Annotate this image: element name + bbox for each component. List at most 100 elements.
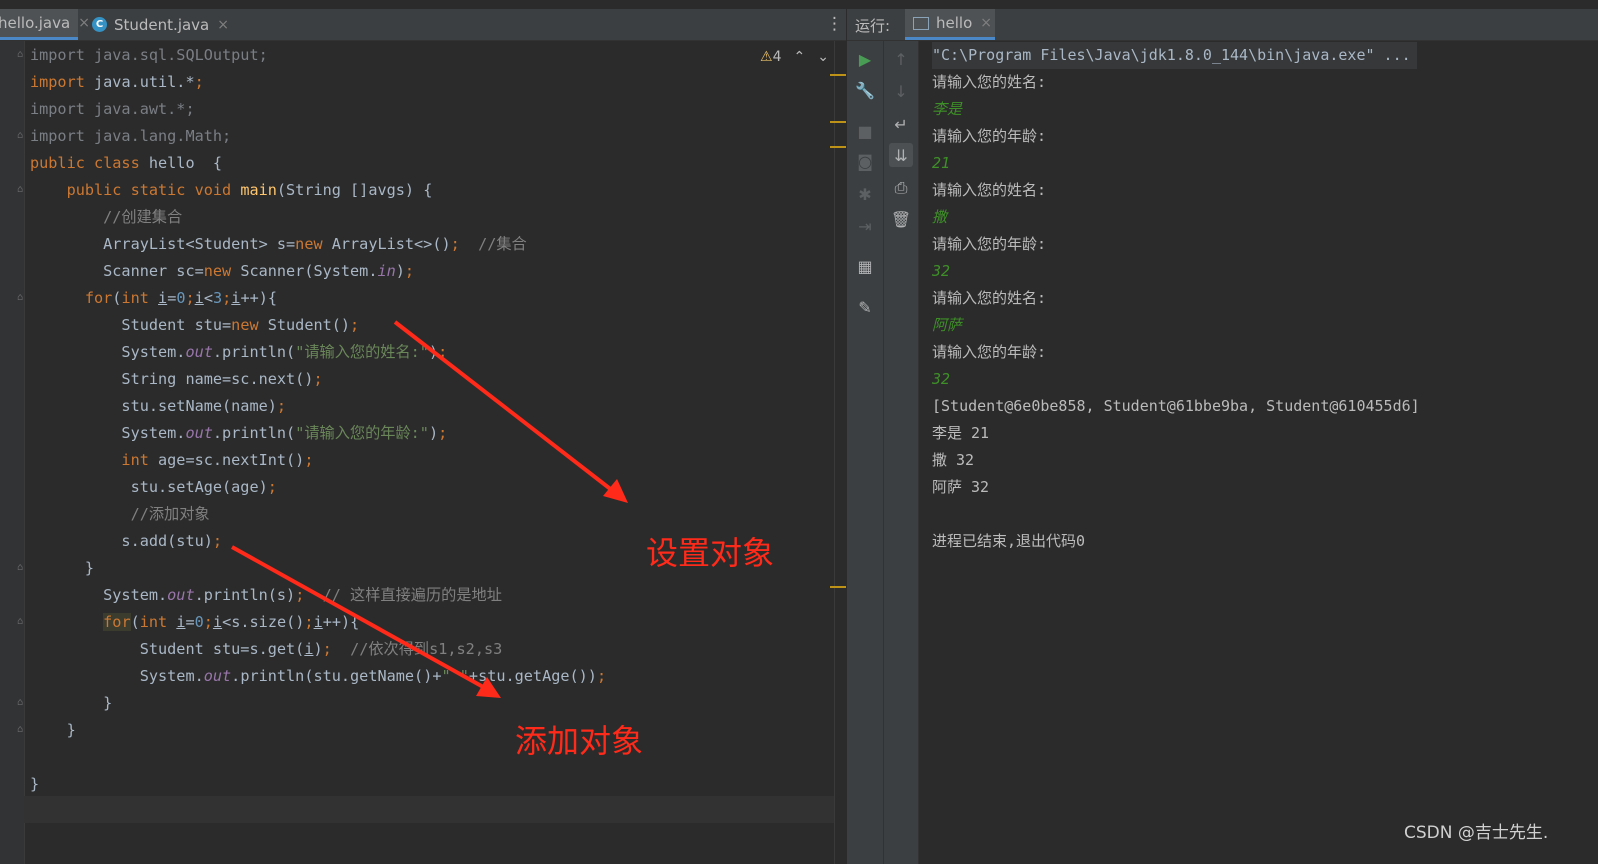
code-token: ; — [276, 397, 287, 415]
camera-icon[interactable]: ◙ — [853, 149, 877, 173]
code-line[interactable]: } — [30, 690, 112, 717]
close-icon[interactable]: × — [980, 15, 992, 31]
code-line[interactable]: } — [30, 771, 39, 798]
code-line[interactable]: System.out.println(s); // 这样直接遍历的是地址 — [30, 582, 502, 609]
code-line[interactable]: Student stu=new Student(); — [30, 312, 359, 339]
print-icon[interactable]: ⎙ — [889, 176, 913, 200]
trash-icon[interactable]: 🗑 — [889, 207, 913, 231]
up-arrow-icon[interactable]: ↑ — [889, 47, 913, 71]
previous-highlight-icon[interactable]: ⌃ — [793, 49, 805, 65]
warning-marker[interactable] — [830, 586, 846, 588]
warning-marker[interactable] — [830, 74, 846, 76]
console-output-line: 撒 32 — [932, 451, 975, 469]
editor-scrollbar[interactable] — [834, 41, 847, 864]
warning-marker[interactable] — [830, 146, 846, 148]
code-token: new — [231, 316, 268, 334]
code-line[interactable]: stu.setAge(age); — [30, 474, 277, 501]
code-token: ; — [194, 73, 204, 91]
code-token: //添加对象 — [30, 505, 210, 523]
wrench-icon[interactable]: 🔧 — [853, 78, 877, 102]
code-token: i — [212, 613, 223, 631]
code-line[interactable]: import java.sql.SQLOutput; — [30, 42, 268, 69]
close-icon[interactable]: × — [217, 17, 229, 33]
code-line[interactable]: System.out.println(stu.getName()+" "+stu… — [30, 663, 606, 690]
code-token: ; — [438, 343, 448, 361]
console-output-line: 请输入您的年龄: — [932, 343, 1047, 361]
code-line[interactable]: public static void main(String []avgs) { — [30, 177, 433, 204]
code-line[interactable]: Student stu=s.get(i); //依次得到s1,s2,s3 — [30, 636, 503, 663]
code-token: System. — [30, 586, 168, 604]
debug-icon[interactable]: ✱ — [853, 182, 877, 206]
code-line[interactable]: } — [30, 555, 94, 582]
code-line[interactable]: System.out.println("请输入您的姓名:"); — [30, 339, 447, 366]
code-line[interactable]: String name=sc.next(); — [30, 366, 322, 393]
close-icon[interactable]: × — [78, 15, 90, 31]
code-token: import java.sql.SQLOutput; — [30, 46, 268, 64]
code-token: out — [167, 586, 195, 604]
stop-icon[interactable]: ■ — [853, 119, 877, 143]
code-token: .println(s) — [194, 586, 296, 604]
watermark: CSDN @吉士先生. — [1404, 823, 1549, 843]
pin-icon[interactable]: ✎ — [853, 295, 877, 319]
code-token: ; — [222, 289, 232, 307]
code-line[interactable]: import java.lang.Math; — [30, 123, 231, 150]
top-strip — [0, 0, 1598, 9]
run-tool-window-header: 运行: hello × — [847, 9, 1598, 41]
code-line[interactable]: for(int i=0;i<3;i++){ — [30, 285, 277, 312]
code-line[interactable]: int age=sc.nextInt(); — [30, 447, 313, 474]
code-token: out — [185, 424, 213, 442]
code-token: age=sc.nextInt() — [158, 451, 305, 469]
layout-icon[interactable]: ▦ — [853, 254, 877, 278]
run-tab-hello[interactable]: hello × — [905, 9, 995, 40]
code-token: < — [203, 289, 213, 307]
more-tabs-icon[interactable]: ⋮ — [826, 14, 843, 34]
code-line[interactable]: //创建集合 — [30, 204, 182, 231]
code-line[interactable]: import java.awt.*; — [30, 96, 195, 123]
code-token: //依次得到s1,s2,s3 — [350, 640, 503, 658]
editor-tab-bar: hello.java × C Student.java × — [0, 9, 846, 41]
console-output-line: 请输入您的年龄: — [932, 235, 1047, 253]
console-icon — [913, 16, 929, 30]
tab-hello-java[interactable]: hello.java × — [0, 9, 90, 40]
code-line[interactable]: s.add(stu); — [30, 528, 222, 555]
code-line[interactable]: public class hello { — [30, 150, 222, 177]
code-line[interactable]: ArrayList<Student> s=new ArrayList<>(); … — [30, 231, 527, 258]
code-line[interactable]: import java.util.*; — [30, 69, 204, 96]
warning-marker[interactable] — [830, 121, 846, 123]
code-line[interactable]: } — [30, 717, 76, 744]
code-line[interactable]: //添加对象 — [30, 501, 210, 528]
code-token: import java.awt.*; — [30, 100, 195, 118]
console-output[interactable]: "C:\Program Files\Java\jdk1.8.0_144\bin\… — [919, 41, 1598, 864]
login-icon[interactable]: ⇥ — [853, 214, 877, 238]
code-token: out — [203, 667, 232, 685]
tab-student-java[interactable]: C Student.java × — [92, 9, 229, 40]
code-token: import java.lang.Math; — [30, 127, 232, 145]
down-arrow-icon[interactable]: ↓ — [889, 79, 913, 103]
code-token: ; — [596, 667, 607, 685]
inspection-widget[interactable]: ⚠4 ⌃ ⌄ — [760, 49, 829, 65]
code-token: java.util.* — [94, 73, 195, 91]
code-editor[interactable]: import java.sql.SQLOutput; import java.ut… — [0, 41, 834, 864]
code-token: Scanner(System. — [240, 262, 378, 280]
code-token: <s.size() — [222, 613, 305, 631]
console-output-line: 请输入您的姓名: — [932, 73, 1047, 91]
run-toolbar-primary: ▶ 🔧 ■ ◙ ✱ ⇥ ▦ ✎ — [847, 41, 884, 864]
code-line[interactable]: stu.setName(name); — [30, 393, 286, 420]
code-token: ; — [295, 586, 323, 604]
code-token: new — [203, 262, 241, 280]
code-token: int — [139, 613, 177, 631]
code-token: "请输入您的年龄:" — [295, 424, 429, 442]
code-token: ; — [185, 289, 195, 307]
code-line[interactable]: for(int i=0;i<s.size();i++){ — [30, 609, 359, 636]
scroll-end-icon[interactable]: ⇊ — [889, 143, 913, 167]
code-line[interactable]: Scanner sc=new Scanner(System.in); — [30, 258, 414, 285]
code-token: int — [30, 451, 159, 469]
code-token: ; — [350, 316, 360, 334]
run-icon[interactable]: ▶ — [853, 47, 877, 71]
run-label: 运行: — [855, 17, 891, 35]
soft-wrap-icon[interactable]: ↵ — [889, 112, 913, 136]
code-line[interactable]: System.out.println("请输入您的年龄:"); — [30, 420, 447, 447]
run-tab-label: hello — [936, 14, 973, 32]
next-highlight-icon[interactable]: ⌄ — [817, 49, 829, 65]
